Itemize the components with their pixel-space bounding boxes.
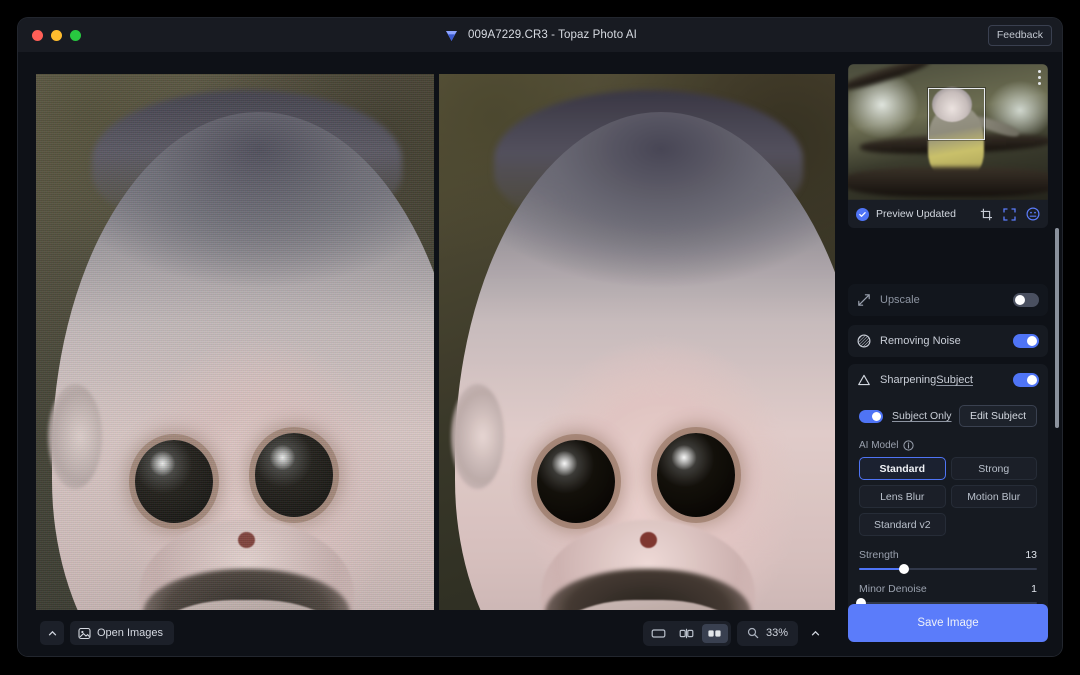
navigator-viewport-rect[interactable] (928, 88, 985, 140)
upscale-label: Upscale (880, 294, 920, 306)
removing-noise-toggle[interactable] (1013, 334, 1039, 348)
maximize-window-button[interactable] (70, 30, 81, 41)
upscale-header: Upscale (848, 284, 1048, 316)
more-options-icon[interactable] (1038, 70, 1041, 85)
title-center: 009A7229.CR3 - Topaz Photo AI (18, 27, 1062, 44)
side-by-side-view-button[interactable] (702, 624, 728, 643)
minor-denoise-value: 1 (1031, 583, 1037, 595)
model-option-standard-v2[interactable]: Standard v2 (859, 513, 946, 536)
model-option-motion-blur[interactable]: Motion Blur (951, 485, 1038, 508)
sharpening-subject-link[interactable]: Subject (936, 374, 973, 386)
removing-noise-header: Removing Noise (848, 325, 1048, 357)
monkey-eye-right (657, 433, 735, 517)
model-option-strong[interactable]: Strong (951, 457, 1038, 480)
ai-model-row: AI Model (859, 440, 1037, 451)
sharpening-header: Sharpening Subject (848, 364, 1048, 396)
monkey-ear-left (48, 384, 102, 489)
face-detect-icon[interactable] (1026, 207, 1040, 221)
view-mode-group (643, 621, 731, 646)
strength-header: Strength 13 (859, 549, 1037, 561)
split-view-button[interactable] (674, 624, 700, 643)
magnifier-icon (747, 627, 759, 639)
eye-glint (269, 445, 296, 470)
ai-model-label: AI Model (859, 440, 898, 451)
preview-status-row: Preview Updated (848, 200, 1048, 228)
right-settings-panel: Preview Updated (842, 52, 1062, 656)
window-title: 009A7229.CR3 - Topaz Photo AI (468, 29, 637, 41)
upscale-arrows-icon (857, 293, 872, 307)
strength-slider-track[interactable] (859, 568, 1037, 570)
noise-circle-icon (857, 334, 872, 348)
minor-denoise-header: Minor Denoise 1 (859, 583, 1037, 595)
chevron-up-icon[interactable] (40, 621, 64, 645)
strength-value: 13 (1025, 549, 1037, 561)
panel-scrollbar[interactable] (1055, 228, 1059, 428)
monkey-eye-right (255, 433, 334, 517)
zoom-level-label: 33% (766, 627, 788, 639)
after-image (439, 74, 835, 612)
filter-section-removing-noise[interactable]: Removing Noise (848, 325, 1048, 357)
monkey-nose (640, 532, 656, 548)
close-window-button[interactable] (32, 30, 43, 41)
model-option-standard[interactable]: Standard (859, 457, 946, 480)
image-icon (78, 627, 91, 640)
subject-only-toggle[interactable] (859, 410, 883, 423)
traffic-lights (18, 30, 81, 41)
filter-section-sharpening[interactable]: Sharpening Subject Subject Only Edit Sub… (848, 364, 1048, 634)
upscale-toggle[interactable] (1013, 293, 1039, 307)
monkey-eye-left (135, 440, 214, 524)
branch-top (848, 64, 932, 93)
slider-minor-denoise: Minor Denoise 1 (859, 583, 1037, 604)
sharpening-toggle[interactable] (1013, 373, 1039, 387)
strength-label: Strength (859, 549, 899, 561)
before-image (36, 74, 434, 612)
monkey-eye-left (537, 440, 615, 524)
preview-status-label: Preview Updated (876, 208, 956, 220)
titlebar: 009A7229.CR3 - Topaz Photo AI Feedback (18, 18, 1062, 52)
branch-bottom (848, 167, 1048, 197)
save-image-button[interactable]: Save Image (848, 604, 1048, 642)
open-images-group: Open Images (40, 621, 174, 645)
sharpening-label: Sharpening (880, 374, 936, 386)
body-area: Open Images (18, 52, 1062, 656)
preview-action-icons (980, 207, 1040, 221)
removing-noise-label: Removing Noise (880, 335, 961, 347)
check-circle-icon (856, 208, 869, 221)
slider-strength: Strength 13 (859, 549, 1037, 570)
subject-only-row: Subject Only Edit Subject (859, 402, 1037, 430)
crop-icon[interactable] (980, 208, 993, 221)
monkey-ear-left (451, 384, 505, 489)
filter-section-upscale[interactable]: Upscale (848, 284, 1048, 316)
info-icon[interactable] (903, 440, 914, 451)
edit-subject-button[interactable]: Edit Subject (959, 405, 1037, 427)
app-window: 009A7229.CR3 - Topaz Photo AI Feedback (18, 18, 1062, 656)
sharpen-triangle-icon (857, 373, 872, 387)
zoom-options-chevron-up-icon[interactable] (804, 622, 826, 644)
minor-denoise-label: Minor Denoise (859, 583, 927, 595)
ai-model-options: Standard Strong Lens Blur Motion Blur St… (859, 457, 1037, 536)
eye-glint (671, 445, 698, 470)
minimize-window-button[interactable] (51, 30, 62, 41)
after-image-pane[interactable] (439, 74, 835, 612)
strength-slider-fill (859, 568, 904, 570)
open-images-button[interactable]: Open Images (70, 621, 174, 645)
view-controls: 33% (643, 621, 826, 646)
bottom-toolbar: Open Images (18, 610, 842, 656)
zoom-control[interactable]: 33% (737, 621, 798, 646)
image-canvas-area: Open Images (18, 52, 842, 610)
strength-slider-knob[interactable] (899, 564, 909, 574)
subject-only-label[interactable]: Subject Only (892, 410, 952, 422)
feedback-button[interactable]: Feedback (988, 25, 1052, 46)
topaz-diamond-icon (443, 27, 460, 44)
eye-glint (551, 451, 578, 476)
open-images-label: Open Images (97, 627, 163, 639)
single-view-button[interactable] (646, 624, 672, 643)
before-image-pane[interactable] (36, 74, 434, 612)
eye-glint (149, 451, 176, 476)
model-option-lens-blur[interactable]: Lens Blur (859, 485, 946, 508)
navigator-thumbnail[interactable] (848, 64, 1048, 200)
sharpening-body: Subject Only Edit Subject AI Model (848, 396, 1048, 614)
fullscreen-icon[interactable] (1003, 208, 1016, 221)
